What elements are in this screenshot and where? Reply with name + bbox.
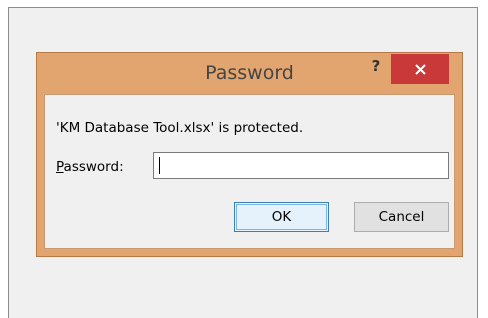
close-button[interactable] xyxy=(391,54,449,84)
protected-message: 'KM Database Tool.xlsx' is protected. xyxy=(56,120,304,136)
password-label-accesskey: P xyxy=(56,159,64,175)
password-label: Password: xyxy=(56,159,124,175)
password-input[interactable] xyxy=(153,152,449,179)
close-icon xyxy=(415,64,426,75)
password-dialog: Password ? 'KM Database Tool.xlsx' is pr… xyxy=(36,52,463,257)
help-icon: ? xyxy=(371,57,381,75)
ok-button[interactable]: OK xyxy=(234,202,329,232)
dialog-body: 'KM Database Tool.xlsx' is protected. Pa… xyxy=(44,94,455,249)
help-button[interactable]: ? xyxy=(365,55,387,79)
dialog-titlebar[interactable]: Password ? xyxy=(37,53,462,93)
password-label-text: assword: xyxy=(63,159,124,175)
text-caret xyxy=(159,157,160,174)
cancel-button[interactable]: Cancel xyxy=(354,202,449,232)
